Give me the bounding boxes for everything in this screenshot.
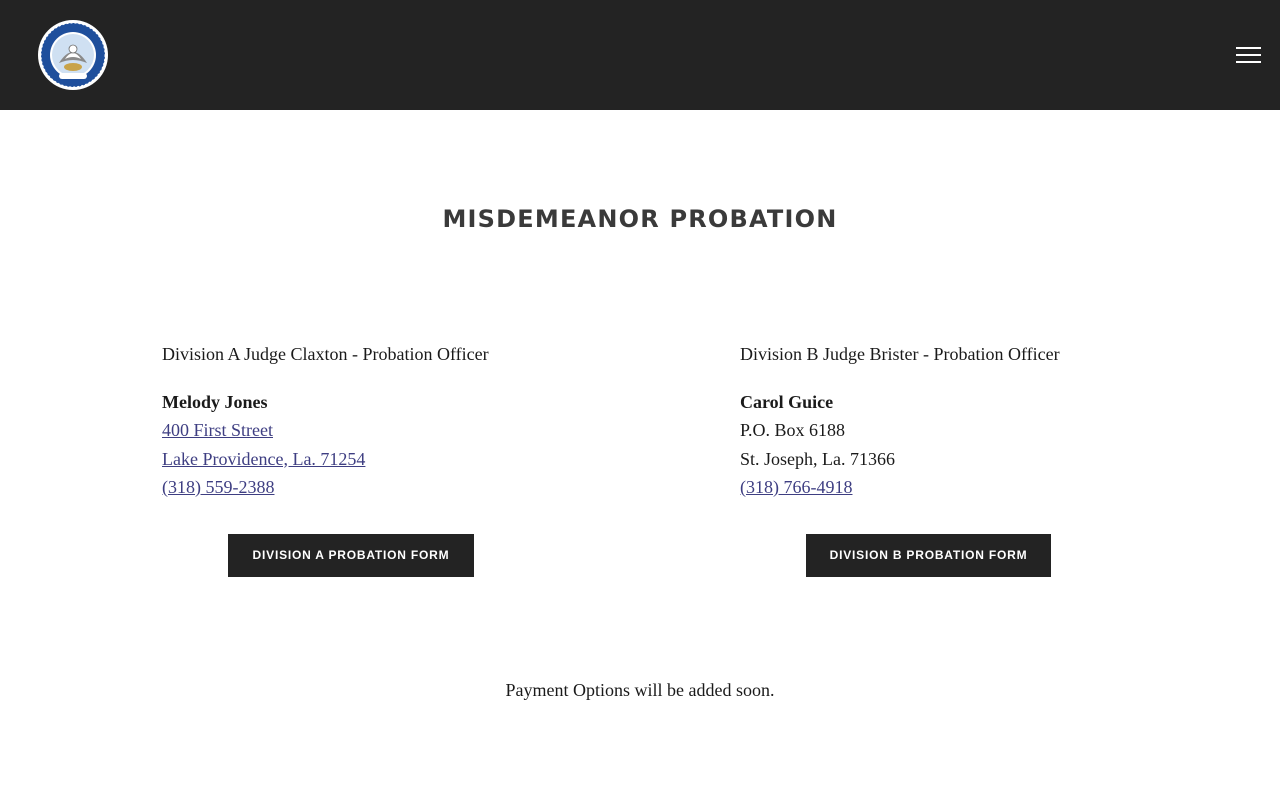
- louisiana-state-seal-logo[interactable]: [37, 19, 109, 91]
- division-a-address-line1-link[interactable]: 400 First Street: [162, 416, 562, 445]
- division-b-probation-form-button[interactable]: DIVISION B PROBATION FORM: [806, 534, 1051, 577]
- division-b-address-line1: P.O. Box 6188: [740, 420, 846, 440]
- division-a-officer-name: Melody Jones: [162, 391, 268, 412]
- division-a-contact: Division A Judge Claxton - Probation Off…: [162, 340, 562, 502]
- payment-options-note: Payment Options will be added soon.: [505, 680, 775, 700]
- top-navigation-bar: [0, 0, 1280, 110]
- division-b-heading: Division B Judge Brister - Probation Off…: [740, 344, 1060, 364]
- division-a-phone-link[interactable]: (318) 559-2388: [162, 473, 562, 502]
- division-a-address-line2-link[interactable]: Lake Providence, La. 71254: [162, 445, 562, 474]
- division-b-phone-link[interactable]: (318) 766-4918: [740, 473, 1140, 502]
- menu-bar-middle: [1236, 54, 1261, 56]
- menu-bar-bottom: [1236, 61, 1261, 63]
- division-b-address-line2: St. Joseph, La. 71366: [740, 448, 895, 469]
- page-title: MISDEMEANOR PROBATION: [442, 205, 838, 233]
- hamburger-menu-icon[interactable]: [1236, 45, 1261, 65]
- menu-bar-top: [1236, 47, 1261, 49]
- division-b-contact: Division B Judge Brister - Probation Off…: [740, 340, 1140, 502]
- division-a-probation-form-button[interactable]: DIVISION A PROBATION FORM: [228, 534, 474, 577]
- division-a-heading: Division A Judge Claxton - Probation Off…: [162, 344, 489, 364]
- division-b-officer-name: Carol Guice: [740, 391, 834, 412]
